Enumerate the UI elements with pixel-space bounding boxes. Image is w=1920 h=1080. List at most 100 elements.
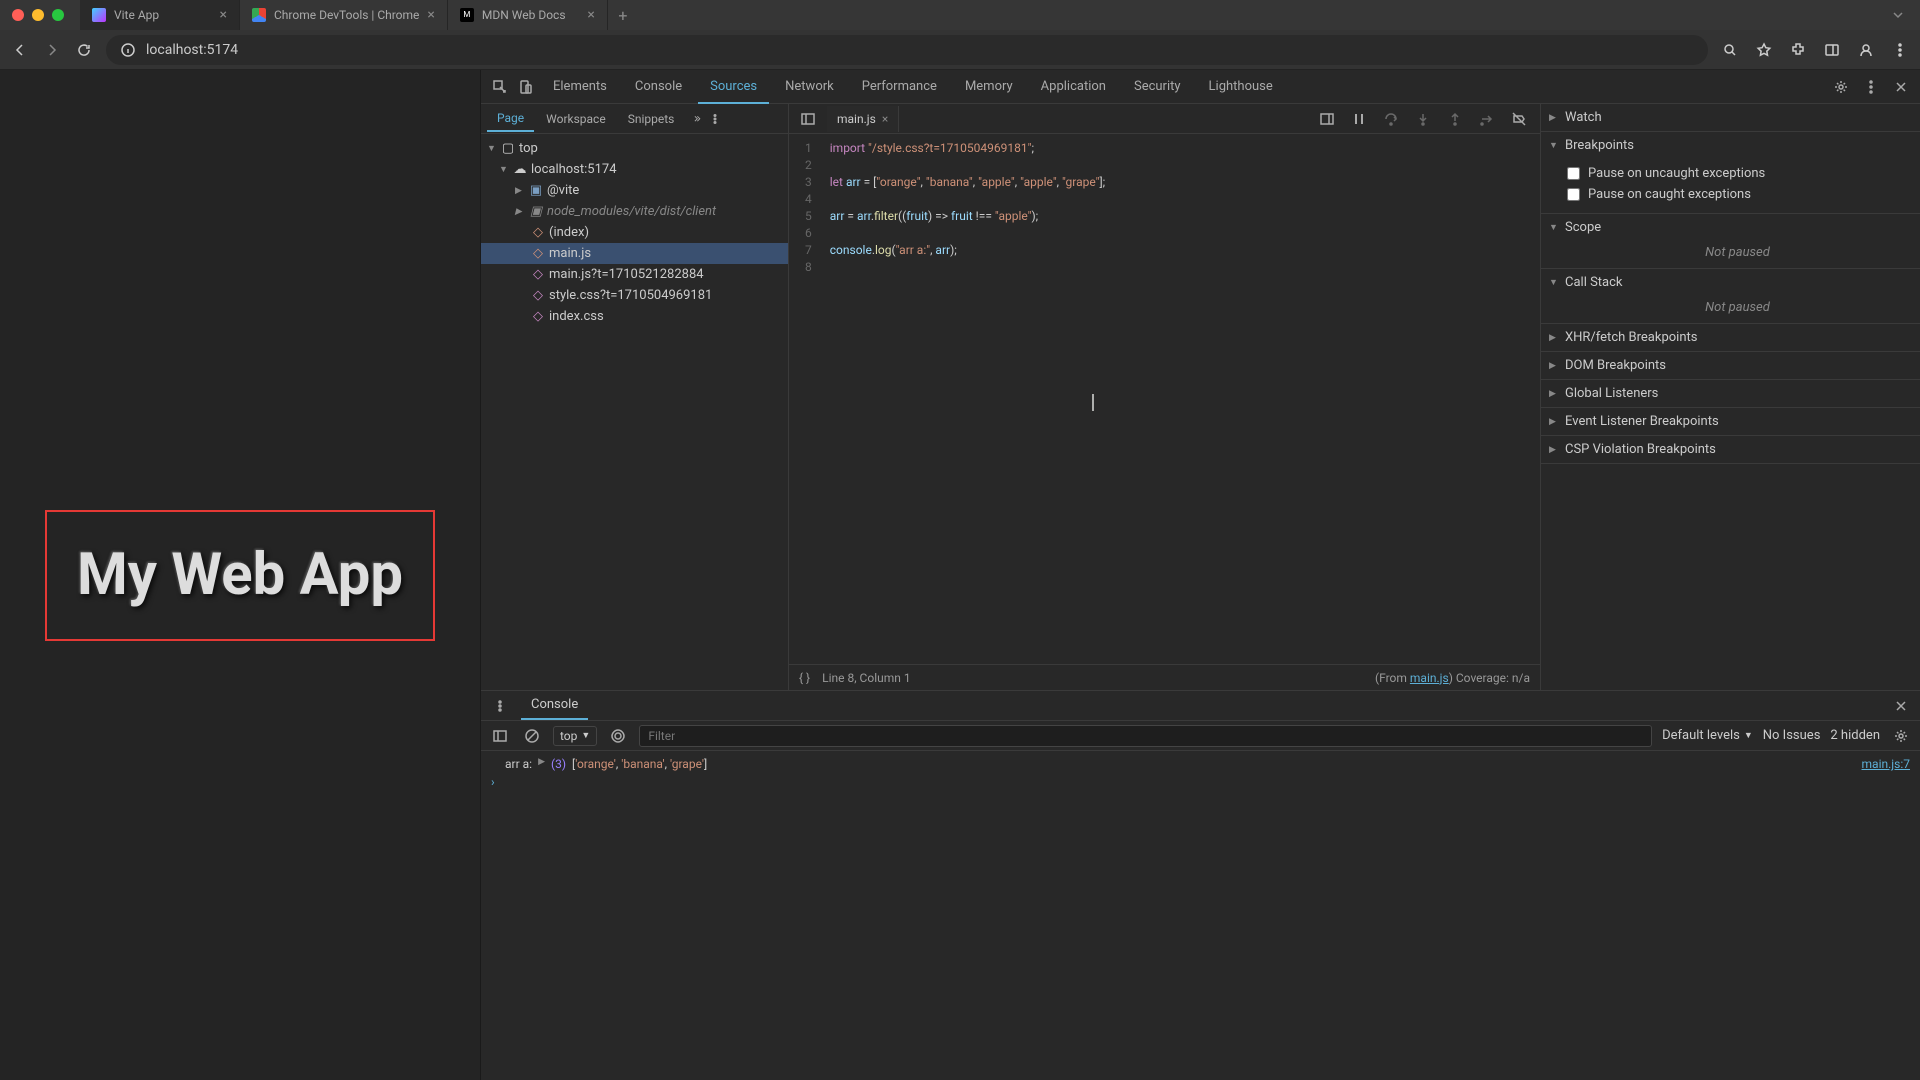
section-watch[interactable]: ▶Watch <box>1541 104 1920 131</box>
tab-application[interactable]: Application <box>1029 71 1118 102</box>
browser-tab-devtools[interactable]: Chrome DevTools | Chrome × <box>240 0 448 30</box>
new-tab-button[interactable]: + <box>608 0 638 30</box>
source-file-link[interactable]: main.js <box>1410 671 1449 685</box>
section-dom-breakpoints[interactable]: ▶DOM Breakpoints <box>1541 352 1920 379</box>
editor-tab-main[interactable]: main.js × <box>827 106 899 132</box>
tree-file-main-ts[interactable]: ◇main.js?t=1710521282884 <box>481 264 788 285</box>
drawer-more-icon[interactable] <box>489 695 511 717</box>
section-event-listeners[interactable]: ▶Event Listener Breakpoints <box>1541 408 1920 435</box>
tree-top[interactable]: ▼▢top <box>481 138 788 159</box>
reload-button[interactable] <box>74 40 94 60</box>
tab-memory[interactable]: Memory <box>953 71 1025 102</box>
chevron-down-icon[interactable] <box>1888 5 1908 25</box>
section-xhr-breakpoints[interactable]: ▶XHR/fetch Breakpoints <box>1541 324 1920 351</box>
checkbox-uncaught[interactable]: Pause on uncaught exceptions <box>1567 163 1908 184</box>
star-icon[interactable] <box>1754 40 1774 60</box>
back-button[interactable] <box>10 40 30 60</box>
console-prompt[interactable]: › <box>491 773 1910 791</box>
toggle-navigator-icon[interactable] <box>797 108 819 130</box>
settings-icon[interactable] <box>1830 76 1852 98</box>
toggle-debugger-icon[interactable] <box>1316 108 1338 130</box>
tree-host[interactable]: ▼☁localhost:5174 <box>481 159 788 180</box>
close-editor-tab-icon[interactable]: × <box>882 112 888 126</box>
log-source-link[interactable]: main.js:7 <box>1862 757 1910 771</box>
step-out-icon[interactable] <box>1444 108 1466 130</box>
drawer-tab-console[interactable]: Console <box>521 691 588 720</box>
profile-icon[interactable] <box>1856 40 1876 60</box>
console-log-area[interactable]: arr a: ▶ (3) ['orange', 'banana', 'grape… <box>481 751 1920 1080</box>
editor-pane: main.js × 12345678 import <box>789 104 1540 690</box>
url-bar[interactable]: localhost:5174 <box>106 35 1708 65</box>
devtools-panel: Elements Console Sources Network Perform… <box>480 70 1920 1080</box>
editor-statusbar: { } Line 8, Column 1 (From main.js) Cove… <box>789 664 1540 690</box>
step-over-icon[interactable] <box>1380 108 1402 130</box>
close-devtools-icon[interactable] <box>1890 76 1912 98</box>
tab-security[interactable]: Security <box>1122 71 1193 102</box>
log-entry[interactable]: arr a: ▶ (3) ['orange', 'banana', 'grape… <box>491 755 1910 773</box>
context-selector[interactable]: top ▼ <box>553 726 597 746</box>
forward-button[interactable] <box>42 40 62 60</box>
tree-file-indexcss[interactable]: ◇index.css <box>481 306 788 327</box>
step-into-icon[interactable] <box>1412 108 1434 130</box>
nav-tab-page[interactable]: Page <box>487 106 534 132</box>
devtools-tabbar: Elements Console Sources Network Perform… <box>481 70 1920 104</box>
console-sidebar-icon[interactable] <box>489 725 511 747</box>
console-filter-input[interactable] <box>639 725 1652 747</box>
step-icon[interactable] <box>1476 108 1498 130</box>
maximize-window-button[interactable] <box>52 9 64 21</box>
menu-icon[interactable] <box>1890 40 1910 60</box>
line-gutter: 12345678 <box>789 134 822 664</box>
inspect-element-icon[interactable] <box>489 76 511 98</box>
debugger-pane: ▶Watch ▼Breakpoints Pause on uncaught ex… <box>1540 104 1920 690</box>
window-titlebar: Vite App × Chrome DevTools | Chrome × M … <box>0 0 1920 30</box>
section-scope[interactable]: ▼Scope <box>1541 214 1920 241</box>
minimize-window-button[interactable] <box>32 9 44 21</box>
tree-node-modules[interactable]: ▶▣node_modules/vite/dist/client <box>481 201 788 222</box>
section-callstack[interactable]: ▼Call Stack <box>1541 269 1920 296</box>
tree-file-style[interactable]: ◇style.css?t=1710504969181 <box>481 285 788 306</box>
nav-tab-workspace[interactable]: Workspace <box>536 107 616 131</box>
tree-file-main[interactable]: ◇main.js <box>481 243 788 264</box>
close-drawer-icon[interactable] <box>1890 695 1912 717</box>
clear-console-icon[interactable] <box>521 725 543 747</box>
checkbox-caught[interactable]: Pause on caught exceptions <box>1567 184 1908 205</box>
expand-array-icon[interactable]: ▶ <box>538 757 545 771</box>
inspected-heading[interactable]: My Web App <box>45 510 435 641</box>
search-icon[interactable] <box>1720 40 1740 60</box>
close-tab-icon[interactable]: × <box>427 7 434 23</box>
hidden-count[interactable]: 2 hidden <box>1830 728 1880 743</box>
sidepanel-icon[interactable] <box>1822 40 1842 60</box>
console-settings-icon[interactable] <box>1890 725 1912 747</box>
nav-tab-snippets[interactable]: Snippets <box>618 107 685 131</box>
more-icon[interactable] <box>1860 76 1882 98</box>
code-editor[interactable]: 12345678 import "/style.css?t=1710504969… <box>789 134 1540 664</box>
browser-tab-vite[interactable]: Vite App × <box>80 0 240 30</box>
close-window-button[interactable] <box>12 9 24 21</box>
browser-tabs: Vite App × Chrome DevTools | Chrome × M … <box>80 0 638 30</box>
log-array-count: (3) <box>551 757 566 771</box>
tab-lighthouse[interactable]: Lighthouse <box>1197 71 1285 102</box>
extensions-icon[interactable] <box>1788 40 1808 60</box>
tree-file-index[interactable]: ◇(index) <box>481 222 788 243</box>
more-vertical-icon[interactable] <box>708 108 722 130</box>
chevron-right-icon[interactable] <box>690 108 704 130</box>
close-tab-icon[interactable]: × <box>220 7 227 23</box>
section-csp-breakpoints[interactable]: ▶CSP Violation Breakpoints <box>1541 436 1920 463</box>
tab-performance[interactable]: Performance <box>850 71 949 102</box>
device-mode-icon[interactable] <box>515 76 537 98</box>
tab-console[interactable]: Console <box>623 71 694 102</box>
log-levels-selector[interactable]: Default levels▼ <box>1662 728 1753 743</box>
pause-icon[interactable] <box>1348 108 1370 130</box>
live-expression-icon[interactable] <box>607 725 629 747</box>
section-global-listeners[interactable]: ▶Global Listeners <box>1541 380 1920 407</box>
tab-elements[interactable]: Elements <box>541 71 619 102</box>
tree-vite-folder[interactable]: ▶▣@vite <box>481 180 788 201</box>
issues-button[interactable]: No Issues <box>1763 728 1821 743</box>
close-tab-icon[interactable]: × <box>587 7 594 23</box>
section-breakpoints[interactable]: ▼Breakpoints <box>1541 132 1920 159</box>
tab-network[interactable]: Network <box>773 71 846 102</box>
deactivate-breakpoints-icon[interactable] <box>1508 108 1530 130</box>
format-icon[interactable]: { } <box>799 671 810 685</box>
browser-tab-mdn[interactable]: M MDN Web Docs × <box>448 0 608 30</box>
tab-sources[interactable]: Sources <box>698 71 769 104</box>
